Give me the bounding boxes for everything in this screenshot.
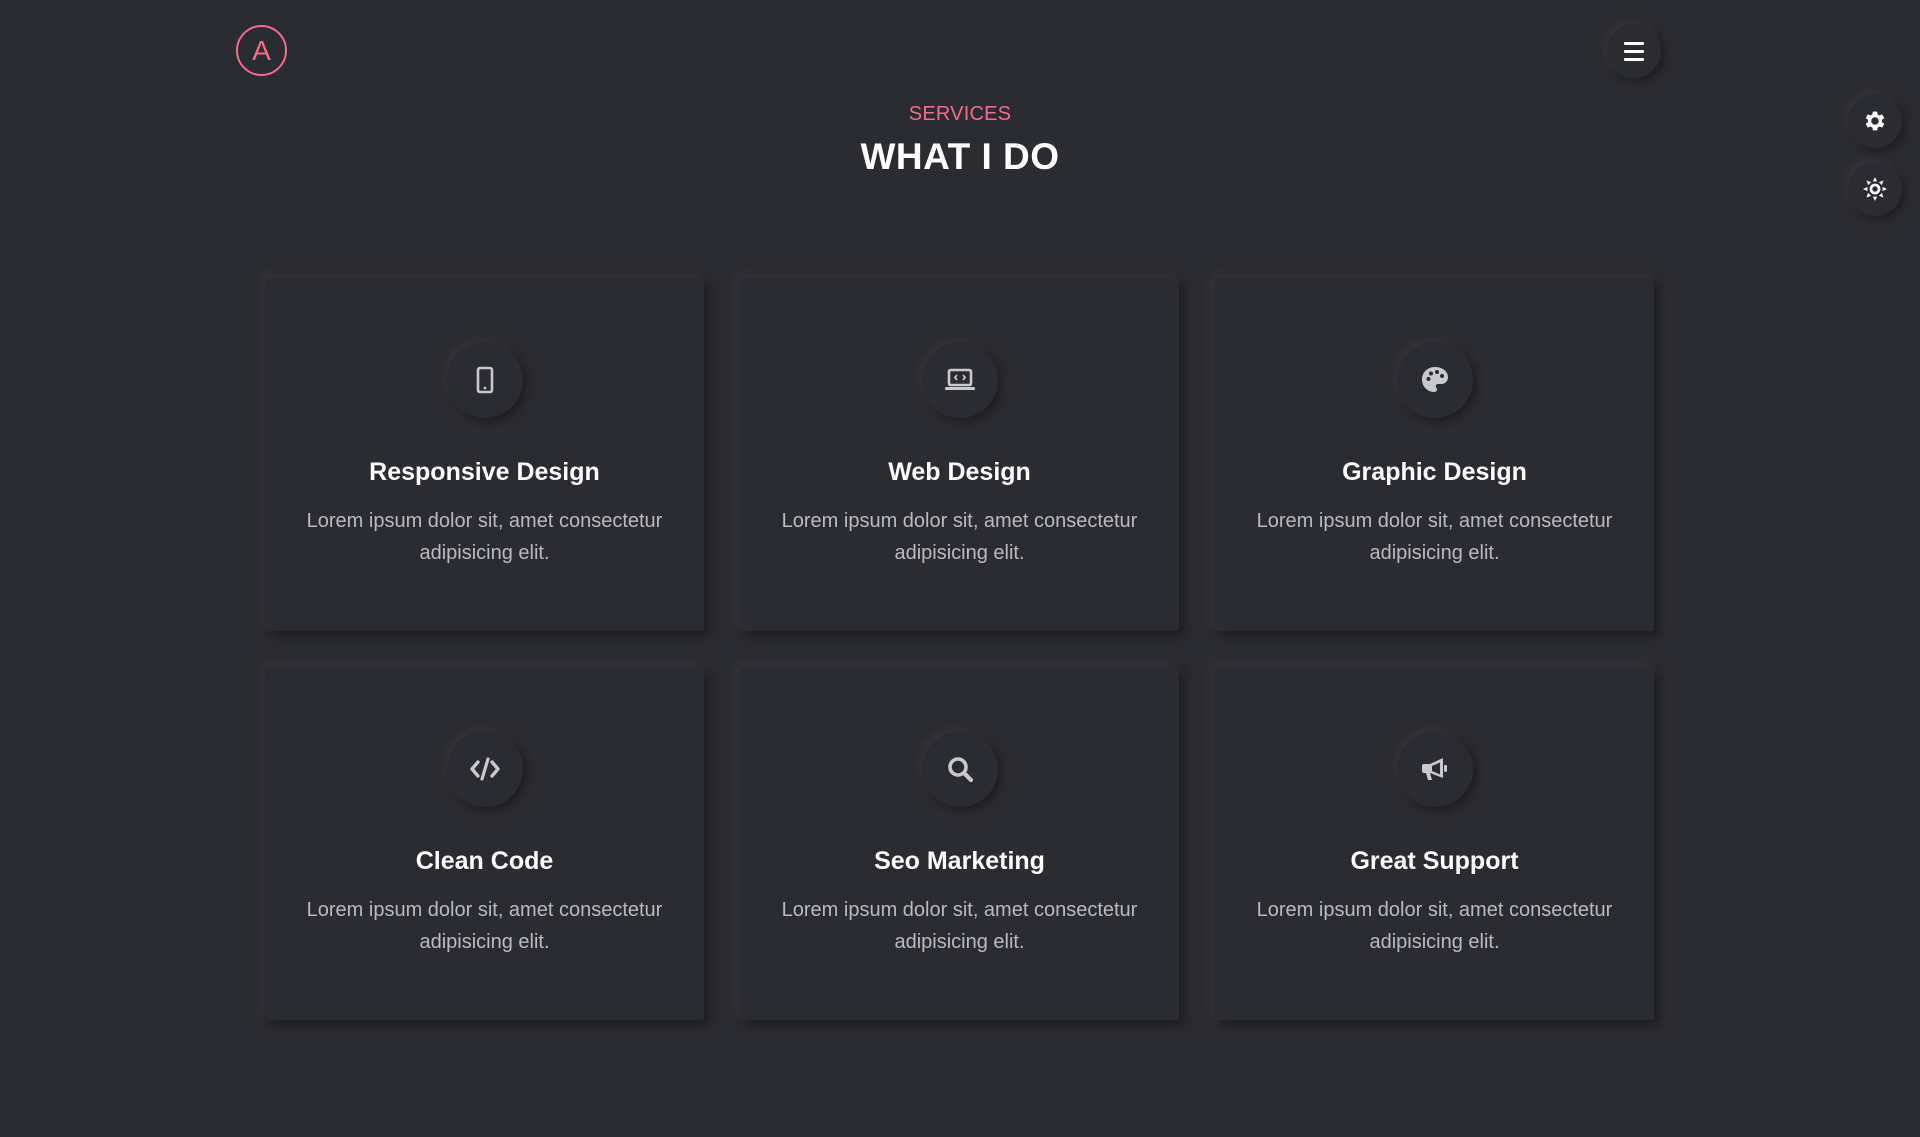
service-description: Lorem ipsum dolor sit, amet consectetur …: [781, 899, 1138, 953]
section-eyebrow: SERVICES: [908, 103, 1012, 125]
logo[interactable]: A: [236, 25, 287, 76]
service-card-graphic-design[interactable]: Graphic Design Lorem ipsum dolor sit, am…: [1215, 278, 1654, 631]
services-page: A SERVICES WHAT I DO Responsive Design L…: [0, 0, 1920, 1137]
service-icon-wrap: [921, 342, 998, 418]
section-title: WHAT I DO: [860, 136, 1060, 177]
service-title: Web Design: [888, 458, 1031, 486]
service-card-great-support[interactable]: Great Support Lorem ipsum dolor sit, ame…: [1215, 667, 1654, 1020]
service-card-clean-code[interactable]: Clean Code Lorem ipsum dolor sit, amet c…: [265, 667, 704, 1020]
service-title: Responsive Design: [369, 458, 600, 486]
service-title: Seo Marketing: [874, 847, 1045, 875]
service-title: Clean Code: [415, 847, 554, 875]
code-icon: [469, 757, 500, 781]
laptop-code-icon: [944, 368, 975, 390]
service-description: Lorem ipsum dolor sit, amet consectetur …: [1256, 510, 1613, 564]
service-card-web-design[interactable]: Web Design Lorem ipsum dolor sit, amet c…: [740, 278, 1179, 631]
service-description: Lorem ipsum dolor sit, amet consectetur …: [306, 899, 663, 953]
service-description: Lorem ipsum dolor sit, amet consectetur …: [1256, 899, 1613, 953]
services-grid: Responsive Design Lorem ipsum dolor sit,…: [265, 278, 1654, 1020]
service-description: Lorem ipsum dolor sit, amet consectetur …: [781, 510, 1138, 564]
service-icon-wrap: [1396, 342, 1473, 418]
service-icon-wrap: [446, 731, 523, 807]
logo-letter: A: [252, 34, 271, 66]
service-card-seo-marketing[interactable]: Seo Marketing Lorem ipsum dolor sit, ame…: [740, 667, 1179, 1020]
search-icon: [947, 757, 973, 783]
service-icon-wrap: [1396, 731, 1473, 807]
service-title: Great Support: [1350, 847, 1519, 875]
sun-icon: [1863, 177, 1887, 201]
service-title: Graphic Design: [1342, 458, 1527, 486]
service-icon-wrap: [446, 342, 523, 418]
service-icon-wrap: [921, 731, 998, 807]
palette-icon: [1421, 367, 1448, 392]
service-card-responsive-design[interactable]: Responsive Design Lorem ipsum dolor sit,…: [265, 278, 704, 631]
service-description: Lorem ipsum dolor sit, amet consectetur …: [306, 510, 663, 564]
mobile-phone-icon: [476, 366, 493, 394]
hamburger-menu-icon: [1624, 41, 1644, 45]
megaphone-icon: [1421, 758, 1447, 780]
menu-button[interactable]: [1607, 24, 1661, 78]
